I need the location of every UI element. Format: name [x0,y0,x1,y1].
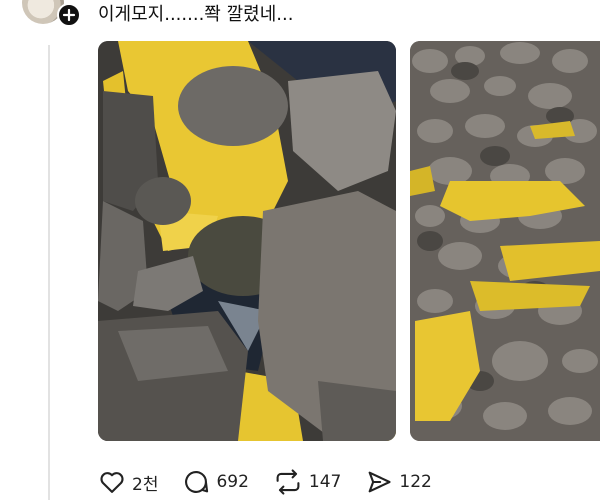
like-button[interactable]: 2천 [98,468,158,496]
comment-count: 692 [216,472,249,492]
pebble-stream-photo [410,41,600,441]
stream-rocks-photo [98,41,396,441]
comment-button[interactable]: 692 [182,468,249,496]
repost-count: 147 [308,472,342,492]
comment-icon [185,471,209,493]
post-caption: 이게모지.......쫙 깔렸네... [98,4,294,25]
share-icon [368,471,391,493]
like-count: 2천 [132,474,159,495]
post-image-1[interactable] [98,41,396,441]
follow-plus-button[interactable] [57,3,81,27]
repost-button[interactable]: 147 [273,468,341,496]
plus-icon [62,8,76,22]
action-bar: 2천 692 147 122 [98,465,456,499]
heart-icon [100,472,124,493]
repost-icon [276,469,300,495]
share-button[interactable]: 122 [365,468,432,496]
thread-line [48,45,50,500]
post-image-2[interactable] [410,41,600,441]
share-count: 122 [399,472,432,492]
